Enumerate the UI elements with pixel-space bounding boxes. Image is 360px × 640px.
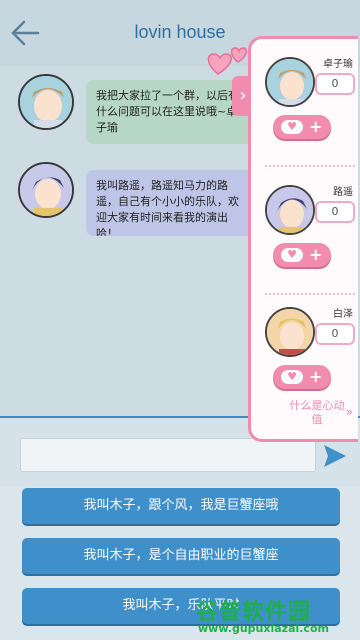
boy-avatar-icon (267, 309, 313, 355)
plus-icon: + (309, 245, 323, 264)
avatar-zhuoziyu[interactable] (18, 74, 74, 130)
double-chevron-icon: » (345, 405, 353, 419)
reply-option[interactable]: 我叫木子，是个自由职业的巨蟹座 (22, 538, 340, 574)
character-name: 路遥 (333, 187, 353, 198)
favor-panel: 卓子瑜 0 ♥ + 路遥 0 ♥ + 白泽 0 ♥ + 什么是心动值 » (248, 36, 358, 442)
heart-icon: ♥ (281, 370, 303, 384)
avatar-luyao (265, 185, 315, 235)
chat-bubble: 我把大家拉了一个群，以后有什么问题可以在这里说哦~卓子瑜 (86, 80, 256, 144)
plus-icon: + (309, 117, 323, 136)
watermark: 谷普软件园 www.gupuxiazai.com (196, 594, 360, 640)
character-name: 卓子瑜 (323, 59, 353, 70)
message-input[interactable] (20, 438, 316, 472)
boy-avatar-icon (267, 187, 313, 233)
heart-icon: ♥ (281, 120, 303, 134)
boy-avatar-icon (267, 59, 313, 105)
divider (265, 165, 355, 167)
heart-icon: ♥ (281, 248, 303, 262)
favor-score: 0 (315, 73, 355, 95)
character-card: 路遥 0 ♥ + (251, 175, 360, 305)
add-favor-button[interactable]: ♥ + (273, 243, 331, 267)
add-favor-button[interactable]: ♥ + (273, 365, 331, 389)
chat-bubble: 我叫路遥，路遥知马力的路遥，自己有个小小的乐队，欢迎大家有时间来看我的演出哈！ (86, 170, 256, 236)
boy-avatar-icon (20, 76, 72, 128)
plus-icon: + (309, 367, 323, 386)
avatar-zhuoziyu (265, 57, 315, 107)
hearts-icon (207, 47, 248, 75)
reply-option[interactable]: 我叫木子，跟个风，我是巨蟹座哦 (22, 488, 340, 524)
add-favor-button[interactable]: ♥ + (273, 115, 331, 139)
character-name: 白泽 (333, 309, 353, 320)
watermark-url: www.gupuxiazai.com (198, 622, 329, 635)
avatar-luyao[interactable] (18, 162, 74, 218)
favor-score: 0 (315, 323, 355, 345)
send-icon[interactable] (322, 443, 348, 469)
boy-avatar-icon (20, 164, 72, 216)
character-card: 卓子瑜 0 ♥ + (251, 47, 360, 177)
favor-score: 0 (315, 201, 355, 223)
avatar-baize (265, 307, 315, 357)
divider (265, 293, 355, 295)
what-is-favor-link[interactable]: 什么是心动值 » (287, 399, 354, 427)
info-link-label: 什么是心动值 (289, 399, 345, 426)
